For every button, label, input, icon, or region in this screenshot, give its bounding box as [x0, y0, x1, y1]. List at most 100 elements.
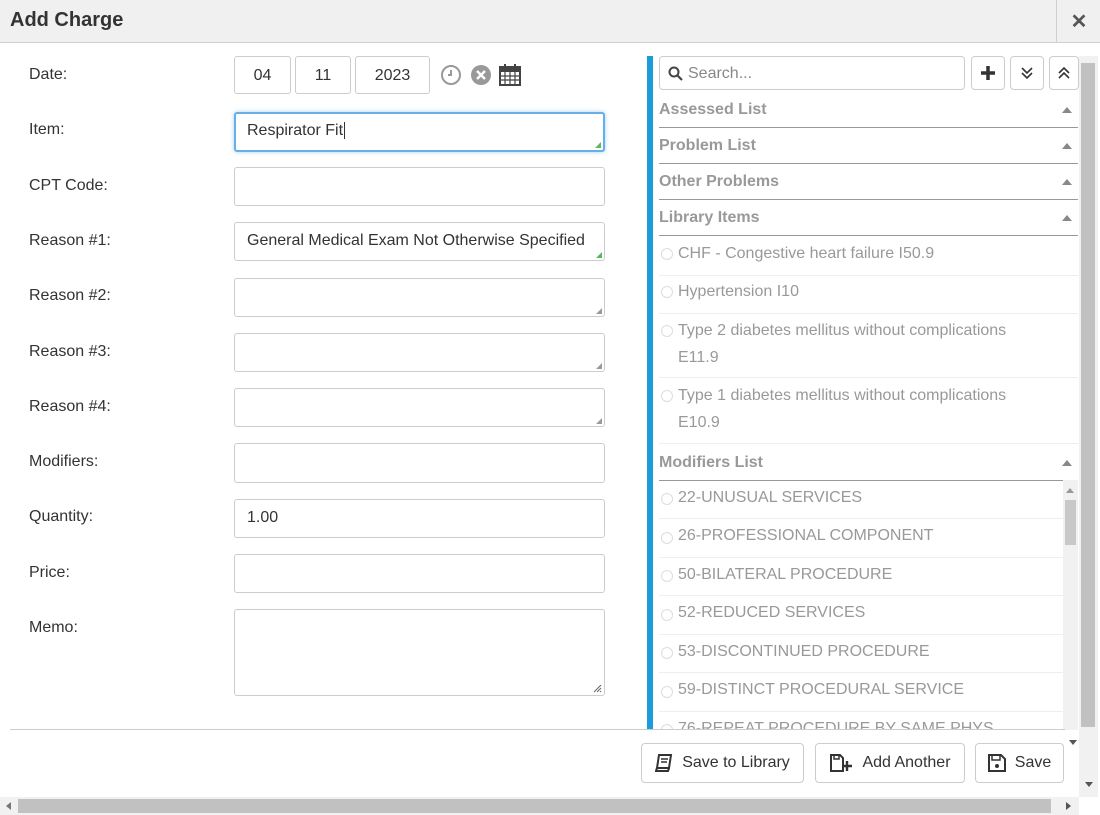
library-item-label: CHF - Congestive heart failure I50.9	[678, 245, 935, 262]
radio-icon[interactable]	[661, 390, 673, 402]
save-to-library-button[interactable]: Save to Library	[641, 743, 804, 783]
resize-handle-icon[interactable]	[595, 142, 601, 148]
resize-handle-icon[interactable]	[596, 418, 602, 424]
section-title: Library Items	[659, 209, 760, 226]
resize-handle-icon[interactable]	[596, 252, 602, 258]
calendar-icon[interactable]	[499, 64, 521, 86]
reason2-input[interactable]	[234, 278, 605, 317]
collapse-all-button[interactable]	[1049, 56, 1079, 90]
library-item-label: Type 1 diabetes mellitus without complic…	[678, 387, 1007, 404]
collapse-caret-icon	[1062, 460, 1072, 466]
save-to-library-label: Save to Library	[682, 754, 790, 771]
expand-all-button[interactable]	[1010, 56, 1044, 90]
modifier-label: 26-PROFESSIONAL COMPONENT	[678, 527, 934, 544]
collapse-caret-icon	[1062, 107, 1072, 113]
section-library-items[interactable]: Library Items	[659, 201, 1078, 236]
date-label: Date:	[29, 66, 68, 83]
modifiers-label: Modifiers:	[29, 453, 99, 470]
modifier-item[interactable]: 76-REPEAT PROCEDURE BY SAME PHYS	[659, 711, 1063, 730]
modifier-item[interactable]: 59-DISTINCT PROCEDURAL SERVICE	[659, 673, 1063, 712]
modifier-item[interactable]: 26-PROFESSIONAL COMPONENT	[659, 519, 1063, 558]
add-item-button[interactable]	[971, 56, 1005, 90]
modifier-item[interactable]: 53-DISCONTINUED PROCEDURE	[659, 634, 1063, 673]
book-icon	[655, 754, 673, 772]
item-value: Respirator Fit	[247, 122, 344, 139]
reason1-value: General Medical Exam Not Otherwise Speci…	[247, 232, 585, 249]
cpt-code-input[interactable]	[234, 167, 605, 206]
scroll-down-arrow-icon[interactable]	[1085, 782, 1093, 787]
modifier-label: 53-DISCONTINUED PROCEDURE	[678, 643, 930, 660]
radio-icon[interactable]	[661, 647, 673, 659]
modifier-label: 52-REDUCED SERVICES	[678, 604, 866, 621]
collapse-caret-icon	[1062, 179, 1072, 185]
save-label: Save	[1014, 754, 1052, 771]
text-cursor: ​	[344, 122, 346, 139]
double-chevron-up-icon	[1058, 66, 1070, 79]
reason4-input[interactable]	[234, 388, 605, 427]
scroll-left-arrow-icon[interactable]	[6, 802, 11, 810]
modifier-item[interactable]: 50-BILATERAL PROCEDURE	[659, 557, 1063, 596]
section-other-problems[interactable]: Other Problems	[659, 165, 1078, 200]
modifier-item[interactable]: 52-REDUCED SERVICES	[659, 596, 1063, 635]
library-item-code: E11.9	[678, 349, 719, 366]
reason3-label: Reason #3:	[29, 343, 111, 360]
add-another-button[interactable]: Add Another	[815, 743, 965, 783]
date-year-input[interactable]: 2023	[355, 56, 430, 94]
radio-icon[interactable]	[661, 570, 673, 582]
close-button[interactable]: ✕	[1056, 0, 1100, 42]
collapse-caret-icon	[1062, 215, 1072, 221]
radio-icon[interactable]	[661, 686, 673, 698]
modifier-item[interactable]: 22-UNUSUAL SERVICES	[659, 480, 1063, 519]
section-modifiers-list[interactable]: Modifiers List	[659, 446, 1078, 481]
radio-icon[interactable]	[661, 609, 673, 621]
window-horizontal-scroll-thumb[interactable]	[18, 799, 1051, 813]
library-item[interactable]: Type 2 diabetes mellitus without complic…	[659, 313, 1078, 378]
clear-date-icon[interactable]	[470, 64, 492, 86]
radio-icon[interactable]	[661, 493, 673, 505]
library-item-code: E10.9	[678, 414, 720, 431]
radio-icon[interactable]	[661, 325, 673, 337]
section-title: Problem List	[659, 137, 756, 154]
modifier-label: 76-REPEAT PROCEDURE BY SAME PHYS	[678, 720, 994, 730]
radio-icon[interactable]	[661, 248, 673, 260]
add-save-icon	[830, 754, 853, 772]
close-icon: ✕	[1070, 10, 1088, 33]
scroll-right-arrow-icon[interactable]	[1066, 802, 1071, 810]
reason3-input[interactable]	[234, 333, 605, 372]
scroll-up-arrow-icon[interactable]	[1066, 488, 1074, 493]
save-button[interactable]: Save	[975, 743, 1064, 783]
modifier-label: 59-DISTINCT PROCEDURAL SERVICE	[678, 681, 964, 698]
footer-divider	[10, 729, 1065, 730]
resize-handle-icon[interactable]	[596, 363, 602, 369]
floppy-disk-icon	[987, 754, 1006, 772]
library-item[interactable]: Hypertension I10	[659, 275, 1078, 314]
library-item[interactable]: Type 1 diabetes mellitus without complic…	[659, 378, 1078, 444]
radio-icon[interactable]	[661, 286, 673, 298]
section-assessed-list[interactable]: Assessed List	[659, 93, 1078, 128]
reason2-label: Reason #2:	[29, 287, 111, 304]
library-item[interactable]: CHF - Congestive heart failure I50.9	[659, 237, 1078, 276]
resize-handle-icon[interactable]	[596, 308, 602, 314]
clock-icon[interactable]	[440, 64, 462, 86]
cpt-code-label: CPT Code:	[29, 177, 108, 194]
modifiers-scroll-thumb[interactable]	[1065, 500, 1076, 545]
search-icon	[668, 66, 683, 81]
library-item-label: Type 2 diabetes mellitus without complic…	[678, 322, 1007, 339]
reason1-input[interactable]: General Medical Exam Not Otherwise Speci…	[234, 222, 605, 261]
window-vertical-scroll-thumb[interactable]	[1081, 63, 1095, 727]
date-month-input[interactable]: 04	[234, 56, 291, 94]
search-placeholder: Search...	[688, 65, 753, 82]
search-input[interactable]: Search...	[659, 56, 965, 90]
section-problem-list[interactable]: Problem List	[659, 129, 1078, 164]
plus-icon	[981, 66, 995, 80]
section-title: Assessed List	[659, 101, 767, 118]
title-bar: Add Charge ✕	[0, 0, 1100, 43]
item-input[interactable]: Respirator Fit​	[234, 112, 605, 152]
radio-icon[interactable]	[661, 532, 673, 544]
scroll-down-arrow-icon[interactable]	[1069, 740, 1077, 745]
modifiers-input[interactable]	[234, 443, 605, 483]
section-title: Other Problems	[659, 173, 780, 190]
library-item-label: Hypertension I10	[678, 283, 799, 300]
modifier-label: 22-UNUSUAL SERVICES	[678, 489, 863, 506]
date-day-input[interactable]: 11	[295, 56, 351, 94]
